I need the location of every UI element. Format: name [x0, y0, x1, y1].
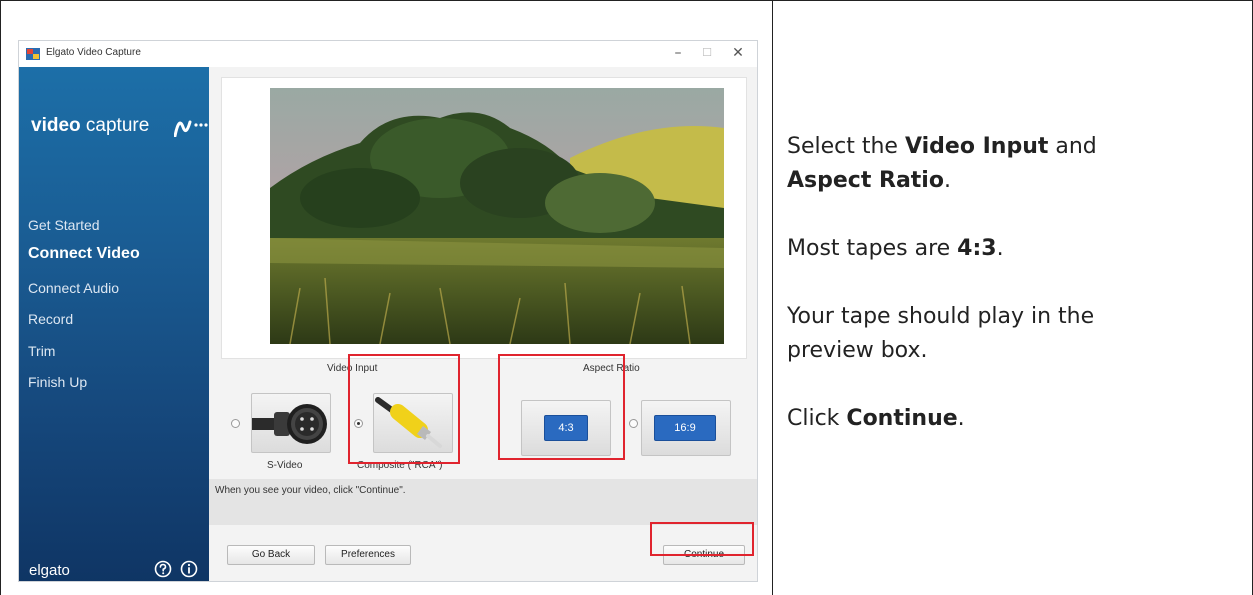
instr-line-4: Your tape should play in the	[787, 304, 1095, 329]
instr-bold: Aspect Ratio	[787, 168, 944, 193]
table-border-top	[0, 0, 1253, 1]
instr-text: and	[1048, 134, 1097, 159]
sidebar-item-record[interactable]: Record	[28, 311, 73, 327]
main-content: Video Input Aspect Ratio S-Video Composi…	[209, 67, 757, 581]
title-bar[interactable]: Elgato Video Capture – ☐ ✕	[19, 41, 757, 67]
instr-line-6: Click Continue.	[787, 402, 1242, 436]
instr-line-2: Aspect Ratio.	[787, 164, 1242, 198]
app-logo: video capture	[31, 115, 149, 137]
sidebar-item-connect-audio[interactable]: Connect Audio	[28, 280, 119, 296]
instr-text: .	[943, 168, 951, 193]
sidebar-item-trim[interactable]: Trim	[28, 343, 55, 359]
instr-text: .	[957, 406, 965, 431]
logo-bold-text: video	[31, 115, 81, 136]
elgato-window: Elgato Video Capture – ☐ ✕ video capture…	[18, 40, 758, 582]
svideo-connector-icon	[252, 404, 327, 444]
instr-gap	[787, 266, 1242, 300]
window-title: Elgato Video Capture	[46, 47, 141, 58]
aspect-16-9-chip: 16:9	[654, 415, 716, 441]
help-icon[interactable]	[154, 560, 172, 578]
instr-gap	[787, 198, 1242, 232]
instr-text: Click	[787, 406, 847, 431]
highlight-composite	[348, 354, 460, 464]
sidebar: video capture Get Started Connect Video …	[19, 67, 209, 581]
go-back-button[interactable]: Go Back	[227, 545, 315, 565]
video-preview	[270, 88, 724, 344]
svideo-option[interactable]	[251, 393, 331, 453]
instr-text: Select the	[787, 134, 905, 159]
svideo-label: S-Video	[267, 460, 303, 471]
minimize-button[interactable]: –	[665, 43, 691, 63]
close-button[interactable]: ✕	[725, 43, 751, 63]
hint-band: When you see your video, click "Continue…	[209, 479, 757, 525]
highlight-continue	[650, 522, 754, 556]
instr-bold: Video Input	[904, 134, 1049, 159]
aspect-16-9-option[interactable]: 16:9	[641, 400, 731, 456]
instr-line-1: Select the Video Input and	[787, 130, 1242, 164]
sidebar-item-connect-video[interactable]: Connect Video	[28, 245, 140, 263]
sidebar-item-finish-up[interactable]: Finish Up	[28, 374, 87, 390]
info-icon[interactable]	[180, 560, 198, 578]
instructions: Select the Video Input and Aspect Ratio.…	[787, 130, 1242, 436]
wave-logo-icon	[174, 120, 208, 137]
instr-line-5: preview box.	[787, 338, 928, 363]
preferences-button[interactable]: Preferences	[325, 545, 411, 565]
tutorial-slide: Elgato Video Capture – ☐ ✕ video capture…	[0, 0, 1253, 595]
aspect-16-9-radio[interactable]	[629, 419, 638, 428]
logo-light-text: capture	[85, 115, 150, 136]
svideo-radio[interactable]	[231, 419, 240, 428]
sidebar-item-get-started[interactable]: Get Started	[28, 217, 100, 233]
hint-text: When you see your video, click "Continue…	[215, 485, 406, 496]
video-frame-image	[270, 88, 724, 344]
instr-bold: Continue	[846, 406, 958, 431]
instr-bold: 4:3	[957, 236, 997, 261]
table-border-left	[0, 0, 1, 595]
instr-text: .	[996, 236, 1004, 261]
instr-line-3: Most tapes are 4:3.	[787, 232, 1242, 266]
instr-text: Most tapes are	[787, 236, 958, 261]
preview-box	[221, 77, 747, 359]
elgato-brand: elgato	[29, 562, 70, 579]
table-border-divider	[772, 0, 773, 595]
highlight-aspect-4-3	[498, 354, 625, 460]
instr-gap	[787, 368, 1242, 402]
maximize-button[interactable]: ☐	[694, 43, 720, 63]
elgato-app-icon	[26, 48, 40, 60]
